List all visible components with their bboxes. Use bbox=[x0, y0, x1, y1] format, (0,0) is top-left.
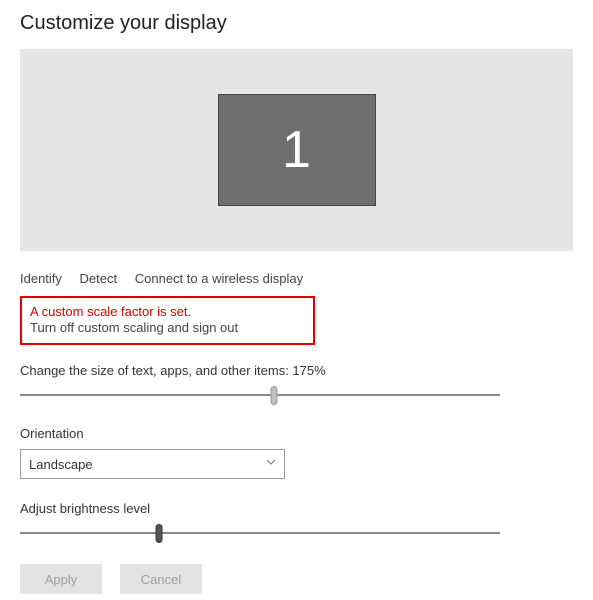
display-links-row: Identify Detect Connect to a wireless di… bbox=[20, 271, 573, 286]
orientation-section: Orientation Landscape bbox=[20, 426, 573, 479]
chevron-down-icon bbox=[266, 459, 276, 469]
brightness-slider-thumb[interactable] bbox=[156, 524, 163, 543]
scale-warning-text: A custom scale factor is set. bbox=[30, 304, 305, 319]
orientation-select[interactable]: Landscape bbox=[20, 449, 285, 479]
turn-off-scaling-link[interactable]: Turn off custom scaling and sign out bbox=[30, 320, 305, 335]
page-title: Customize your display bbox=[20, 12, 573, 35]
identify-link[interactable]: Identify bbox=[20, 271, 62, 286]
connect-wireless-link[interactable]: Connect to a wireless display bbox=[135, 271, 303, 286]
detect-link[interactable]: Detect bbox=[80, 271, 118, 286]
brightness-section: Adjust brightness level bbox=[20, 501, 573, 542]
scale-slider-thumb[interactable] bbox=[271, 386, 278, 405]
scale-label: Change the size of text, apps, and other… bbox=[20, 363, 573, 378]
brightness-slider[interactable] bbox=[20, 524, 500, 542]
cancel-button[interactable]: Cancel bbox=[120, 564, 202, 594]
scale-slider-track bbox=[20, 394, 500, 396]
scale-slider[interactable] bbox=[20, 386, 500, 404]
orientation-label: Orientation bbox=[20, 426, 573, 441]
monitor-number: 1 bbox=[282, 120, 311, 180]
scale-warning-box: A custom scale factor is set. Turn off c… bbox=[20, 296, 315, 345]
scale-section: Change the size of text, apps, and other… bbox=[20, 363, 573, 404]
button-row: Apply Cancel bbox=[20, 564, 573, 594]
apply-button[interactable]: Apply bbox=[20, 564, 102, 594]
orientation-value: Landscape bbox=[29, 457, 93, 472]
display-preview: 1 bbox=[20, 49, 573, 251]
brightness-label: Adjust brightness level bbox=[20, 501, 573, 516]
monitor-tile[interactable]: 1 bbox=[218, 94, 376, 206]
brightness-slider-track bbox=[20, 532, 500, 534]
